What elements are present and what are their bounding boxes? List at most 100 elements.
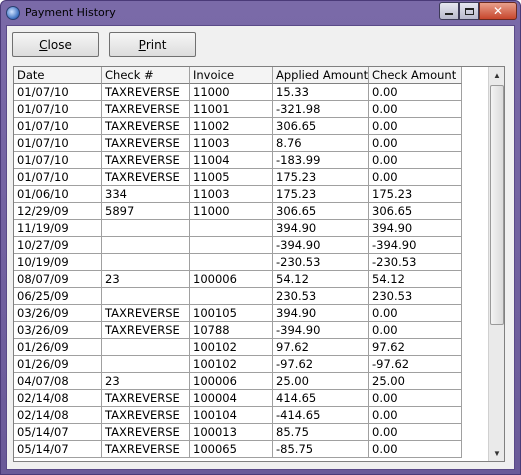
cell-invoice: 11000 (190, 203, 273, 220)
table-row[interactable]: 05/14/07 TAXREVERSE 100013 85.75 0.00 (14, 424, 462, 441)
cell-check-number: 5897 (102, 203, 190, 220)
close-button-label: lose (47, 37, 72, 52)
cell-date: 05/14/07 (14, 441, 102, 458)
cell-check-amount: 0.00 (369, 305, 462, 322)
cell-invoice: 10788 (190, 322, 273, 339)
column-header-date[interactable]: Date (14, 67, 102, 84)
scroll-up-icon[interactable]: ▲ (489, 67, 504, 83)
cell-check-number: 23 (102, 373, 190, 390)
cell-applied-amount: 54.12 (273, 271, 369, 288)
cell-check-amount: -230.53 (369, 254, 462, 271)
table-row[interactable]: 11/19/09 394.90 394.90 (14, 220, 462, 237)
table-row[interactable]: 04/07/08 23 100006 25.00 25.00 (14, 373, 462, 390)
cell-date: 03/26/09 (14, 322, 102, 339)
table-row[interactable]: 08/07/09 23 100006 54.12 54.12 (14, 271, 462, 288)
cell-applied-amount: 175.23 (273, 169, 369, 186)
scrollbar-thumb[interactable] (490, 85, 504, 325)
cell-invoice (190, 220, 273, 237)
cell-invoice (190, 288, 273, 305)
close-icon: ✕ (492, 4, 504, 18)
cell-applied-amount: -97.62 (273, 356, 369, 373)
table-row[interactable]: 01/26/09 100102 -97.62 -97.62 (14, 356, 462, 373)
table-row[interactable]: 01/07/10 TAXREVERSE 11000 15.33 0.00 (14, 84, 462, 101)
table-row[interactable]: 05/14/07 TAXREVERSE 100065 -85.75 0.00 (14, 441, 462, 458)
cell-invoice: 100006 (190, 373, 273, 390)
table-row[interactable]: 01/07/10 TAXREVERSE 11003 8.76 0.00 (14, 135, 462, 152)
table-row[interactable]: 02/14/08 TAXREVERSE 100004 414.65 0.00 (14, 390, 462, 407)
table-row[interactable]: 01/26/09 100102 97.62 97.62 (14, 339, 462, 356)
cell-date: 04/07/08 (14, 373, 102, 390)
cell-invoice: 100102 (190, 356, 273, 373)
table-row[interactable]: 01/07/10 TAXREVERSE 11004 -183.99 0.00 (14, 152, 462, 169)
cell-applied-amount: 85.75 (273, 424, 369, 441)
cell-applied-amount: -394.90 (273, 237, 369, 254)
cell-check-amount: 0.00 (369, 118, 462, 135)
cell-check-number (102, 339, 190, 356)
cell-invoice: 11000 (190, 84, 273, 101)
cell-check-number (102, 220, 190, 237)
column-header-invoice[interactable]: Invoice (190, 67, 273, 84)
maximize-button[interactable] (459, 2, 479, 20)
cell-applied-amount: 230.53 (273, 288, 369, 305)
payment-history-grid[interactable]: Date Check # Invoice Applied Amount Chec… (13, 66, 505, 462)
cell-applied-amount: 394.90 (273, 305, 369, 322)
table-row[interactable]: 03/26/09 TAXREVERSE 10788 -394.90 0.00 (14, 322, 462, 339)
column-header-check-number[interactable]: Check # (102, 67, 190, 84)
table-row[interactable]: 03/26/09 TAXREVERSE 100105 394.90 0.00 (14, 305, 462, 322)
cell-check-amount: 97.62 (369, 339, 462, 356)
title-bar[interactable]: Payment History ✕ (1, 1, 520, 25)
window-title: Payment History (25, 6, 116, 19)
cell-date: 06/25/09 (14, 288, 102, 305)
cell-date: 11/19/09 (14, 220, 102, 237)
cell-check-amount: -97.62 (369, 356, 462, 373)
cell-date: 10/27/09 (14, 237, 102, 254)
grid-header: Date Check # Invoice Applied Amount Chec… (14, 67, 462, 84)
cell-invoice: 11003 (190, 135, 273, 152)
cell-date: 01/07/10 (14, 118, 102, 135)
vertical-scrollbar[interactable]: ▲ ▼ (488, 67, 504, 461)
app-globe-icon (6, 6, 20, 20)
minimize-button[interactable] (439, 2, 459, 20)
cell-check-amount: 0.00 (369, 390, 462, 407)
cell-applied-amount: 97.62 (273, 339, 369, 356)
table-row[interactable]: 10/27/09 -394.90 -394.90 (14, 237, 462, 254)
print-button-label: rint (145, 37, 167, 52)
cell-check-amount: 0.00 (369, 407, 462, 424)
cell-applied-amount: 175.23 (273, 186, 369, 203)
cell-date: 12/29/09 (14, 203, 102, 220)
cell-check-number: 23 (102, 271, 190, 288)
cell-invoice: 100004 (190, 390, 273, 407)
cell-check-amount: 0.00 (369, 169, 462, 186)
scroll-down-icon[interactable]: ▼ (489, 445, 504, 461)
table-row[interactable]: 06/25/09 230.53 230.53 (14, 288, 462, 305)
table-row[interactable]: 01/07/10 TAXREVERSE 11002 306.65 0.00 (14, 118, 462, 135)
table-row[interactable]: 01/06/10 334 11003 175.23 175.23 (14, 186, 462, 203)
cell-check-amount: 230.53 (369, 288, 462, 305)
cell-date: 10/19/09 (14, 254, 102, 271)
column-header-applied-amount[interactable]: Applied Amount (273, 67, 369, 84)
print-button[interactable]: Print (109, 32, 196, 57)
table-row[interactable]: 01/07/10 TAXREVERSE 11001 -321.98 0.00 (14, 101, 462, 118)
cell-date: 01/07/10 (14, 101, 102, 118)
cell-check-amount: 0.00 (369, 322, 462, 339)
cell-applied-amount: -394.90 (273, 322, 369, 339)
cell-check-number: TAXREVERSE (102, 322, 190, 339)
cell-applied-amount: -183.99 (273, 152, 369, 169)
cell-applied-amount: 394.90 (273, 220, 369, 237)
table-row[interactable]: 01/07/10 TAXREVERSE 11005 175.23 0.00 (14, 169, 462, 186)
column-header-check-amount[interactable]: Check Amount (369, 67, 462, 84)
cell-check-number: TAXREVERSE (102, 407, 190, 424)
close-button[interactable]: Close (12, 32, 99, 57)
cell-check-amount: 0.00 (369, 135, 462, 152)
table-row[interactable]: 12/29/09 5897 11000 306.65 306.65 (14, 203, 462, 220)
table-row[interactable]: 10/19/09 -230.53 -230.53 (14, 254, 462, 271)
table-row[interactable]: 02/14/08 TAXREVERSE 100104 -414.65 0.00 (14, 407, 462, 424)
cell-check-number: TAXREVERSE (102, 118, 190, 135)
cell-date: 01/07/10 (14, 152, 102, 169)
close-window-button[interactable]: ✕ (479, 2, 517, 20)
cell-check-number: TAXREVERSE (102, 84, 190, 101)
cell-invoice: 100105 (190, 305, 273, 322)
cell-applied-amount: -414.65 (273, 407, 369, 424)
cell-check-amount: -394.90 (369, 237, 462, 254)
cell-invoice: 11004 (190, 152, 273, 169)
